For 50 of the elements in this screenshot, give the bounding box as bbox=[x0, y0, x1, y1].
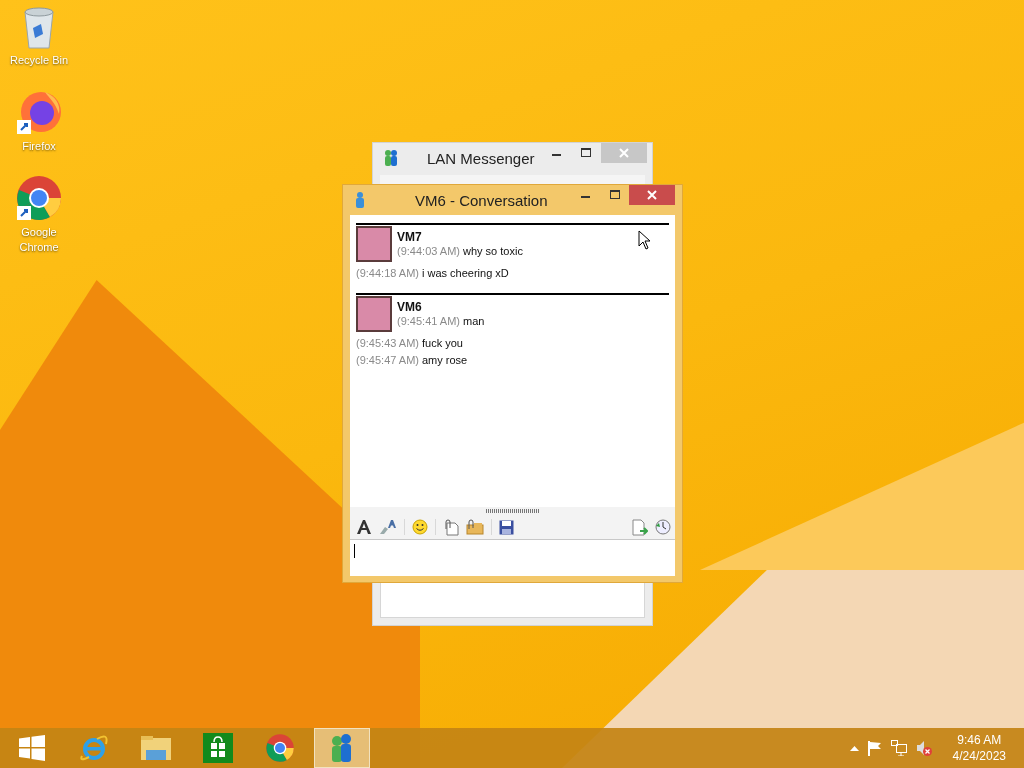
close-icon bbox=[647, 190, 657, 200]
message-time: (9:45:43 AM) bbox=[356, 337, 419, 349]
splitter-grip[interactable] bbox=[485, 509, 540, 513]
flag-icon[interactable] bbox=[867, 740, 882, 756]
desktop-icon-label[interactable]: Google Chrome bbox=[9, 225, 69, 255]
browser-icon bbox=[79, 734, 109, 762]
message-text: i was cheering xD bbox=[422, 267, 509, 279]
window-title: VM6 - Conversation bbox=[415, 191, 548, 209]
message-time: (9:45:41 AM) bbox=[397, 315, 460, 327]
desktop-icon-label[interactable]: Firefox bbox=[9, 139, 69, 154]
people-icon bbox=[383, 149, 399, 167]
message-text: fuck you bbox=[422, 337, 463, 349]
show-hidden-icons-icon[interactable] bbox=[849, 745, 859, 751]
sender-name: VM7 bbox=[397, 230, 423, 244]
close-icon bbox=[618, 148, 629, 158]
save-icon[interactable] bbox=[499, 519, 514, 535]
maximize-icon bbox=[609, 190, 620, 200]
message-time: (9:44:03 AM) bbox=[397, 245, 460, 257]
font-icon[interactable] bbox=[356, 519, 372, 535]
send-file-icon[interactable] bbox=[632, 518, 648, 536]
taskbar-button[interactable] bbox=[314, 728, 370, 768]
speaker-muted-icon[interactable] bbox=[915, 740, 932, 756]
window-title: LAN Messenger bbox=[427, 149, 535, 167]
paperclip-document-icon[interactable] bbox=[443, 518, 459, 536]
paperclip-folder-icon[interactable] bbox=[466, 519, 484, 535]
desktop-icon-label[interactable]: Recycle Bin bbox=[9, 53, 69, 68]
message-text: amy rose bbox=[422, 354, 468, 366]
windows-logo-icon bbox=[19, 735, 45, 761]
clock-time[interactable]: 9:46 AM bbox=[957, 732, 1002, 748]
message-text: man bbox=[463, 315, 485, 327]
recycle-bin-icon[interactable] bbox=[21, 6, 57, 50]
font-color-icon[interactable] bbox=[379, 519, 397, 535]
mouse-pointer-icon bbox=[638, 230, 651, 250]
message-text: why so toxic bbox=[463, 245, 523, 257]
folder-icon bbox=[140, 734, 172, 762]
person-icon bbox=[353, 191, 367, 209]
message-time: (9:45:47 AM) bbox=[356, 354, 419, 366]
chrome-icon bbox=[265, 733, 295, 763]
chrome-icon[interactable] bbox=[15, 174, 63, 222]
store-bag-icon bbox=[203, 733, 233, 763]
maximize-icon bbox=[581, 148, 592, 158]
smiley-icon[interactable] bbox=[412, 519, 428, 535]
sender-name: VM6 bbox=[397, 300, 423, 314]
clock-date[interactable]: 4/24/2023 bbox=[952, 748, 1006, 764]
avatar-placeholder bbox=[356, 226, 392, 262]
message-time: (9:44:18 AM) bbox=[356, 267, 419, 279]
network-icon[interactable] bbox=[890, 740, 907, 756]
history-icon[interactable] bbox=[655, 519, 671, 535]
close-button[interactable] bbox=[629, 185, 675, 205]
avatar-placeholder bbox=[356, 296, 392, 332]
